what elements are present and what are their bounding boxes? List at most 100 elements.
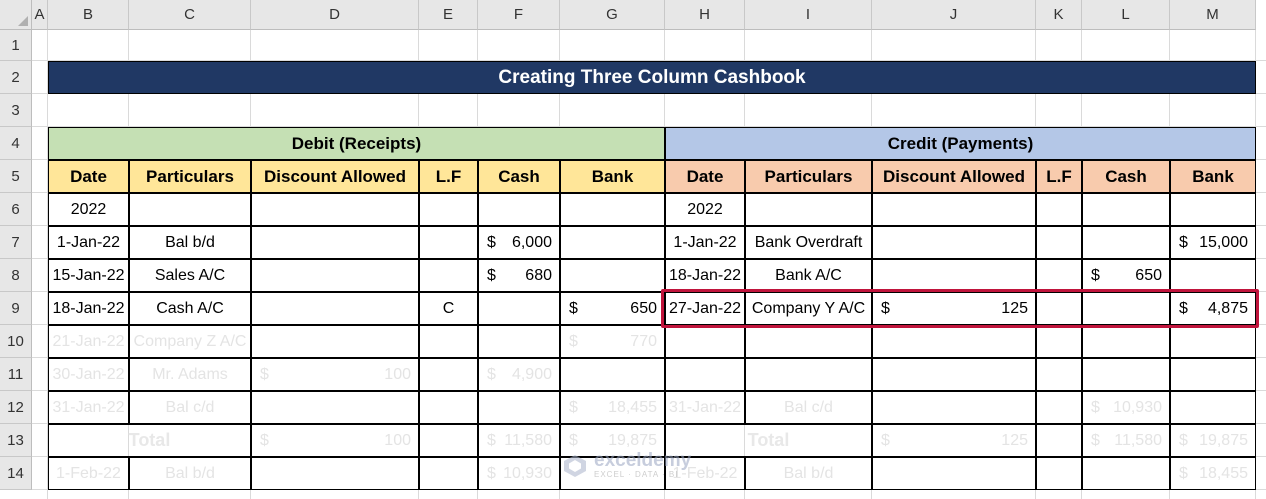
debit-bank-cell[interactable]	[560, 193, 665, 226]
credit-date-cell[interactable]: 2022	[665, 193, 745, 226]
credit-bd-lf[interactable]	[1036, 457, 1082, 490]
debit-lf-cell[interactable]	[419, 325, 478, 358]
credit-header-bank[interactable]: Bank	[1170, 160, 1256, 193]
credit-total-discount[interactable]: $125	[872, 424, 1036, 457]
column-header-i[interactable]: I	[745, 0, 872, 30]
row-header-3[interactable]: 3	[0, 94, 32, 127]
debit-bank-cell[interactable]: $18,455	[560, 391, 665, 424]
credit-lf-cell[interactable]	[1036, 358, 1082, 391]
credit-discount-cell[interactable]	[872, 325, 1036, 358]
credit-particulars-cell[interactable]	[745, 193, 872, 226]
credit-cash-cell[interactable]: $650	[1082, 259, 1170, 292]
credit-date-cell[interactable]: 31-Jan-22	[665, 391, 745, 424]
credit-header-lf[interactable]: L.F	[1036, 160, 1082, 193]
debit-date-cell[interactable]: 18-Jan-22	[48, 292, 129, 325]
credit-cash-cell[interactable]	[1082, 193, 1170, 226]
credit-discount-cell[interactable]	[872, 259, 1036, 292]
debit-bank-cell[interactable]	[560, 259, 665, 292]
credit-bank-cell[interactable]	[1170, 193, 1256, 226]
credit-header-date[interactable]: Date	[665, 160, 745, 193]
column-header-k[interactable]: K	[1036, 0, 1082, 30]
credit-lf-cell[interactable]	[1036, 391, 1082, 424]
row-header-6[interactable]: 6	[0, 193, 32, 226]
column-header-g[interactable]: G	[560, 0, 665, 30]
credit-discount-cell[interactable]	[872, 226, 1036, 259]
column-header-h[interactable]: H	[665, 0, 745, 30]
debit-total-cash[interactable]: $11,580	[478, 424, 560, 457]
credit-bank-cell[interactable]: $15,000	[1170, 226, 1256, 259]
row-header-14[interactable]: 14	[0, 457, 32, 490]
select-all-corner[interactable]	[0, 0, 32, 30]
debit-lf-cell[interactable]: C	[419, 292, 478, 325]
credit-bd-cash[interactable]	[1082, 457, 1170, 490]
debit-cash-cell[interactable]: $680	[478, 259, 560, 292]
debit-cash-cell[interactable]	[478, 292, 560, 325]
credit-lf-cell[interactable]	[1036, 325, 1082, 358]
debit-cash-cell[interactable]: $6,000	[478, 226, 560, 259]
debit-discount-cell[interactable]: $100	[251, 358, 419, 391]
column-header-j[interactable]: J	[872, 0, 1036, 30]
credit-header-cash[interactable]: Cash	[1082, 160, 1170, 193]
credit-bank-cell[interactable]	[1170, 391, 1256, 424]
debit-particulars-cell[interactable]	[129, 193, 251, 226]
column-header-e[interactable]: E	[419, 0, 478, 30]
debit-particulars-cell[interactable]: Sales A/C	[129, 259, 251, 292]
credit-discount-cell[interactable]	[872, 193, 1036, 226]
credit-particulars-cell[interactable]: Bal c/d	[745, 391, 872, 424]
credit-header-particulars[interactable]: Particulars	[745, 160, 872, 193]
debit-bd-date[interactable]: 1-Feb-22	[48, 457, 129, 490]
debit-particulars-cell[interactable]: Bal b/d	[129, 226, 251, 259]
debit-date-cell[interactable]: 31-Jan-22	[48, 391, 129, 424]
debit-bank-cell[interactable]: $770	[560, 325, 665, 358]
row-header-4[interactable]: 4	[0, 127, 32, 160]
column-header-f[interactable]: F	[478, 0, 560, 30]
row-header-2[interactable]: 2	[0, 61, 32, 94]
credit-date-cell[interactable]: 1-Jan-22	[665, 226, 745, 259]
column-header-d[interactable]: D	[251, 0, 419, 30]
column-header-b[interactable]: B	[48, 0, 129, 30]
row-header-13[interactable]: 13	[0, 424, 32, 457]
credit-bank-cell[interactable]	[1170, 259, 1256, 292]
debit-header-bank[interactable]: Bank	[560, 160, 665, 193]
row-header-1[interactable]: 1	[0, 30, 32, 61]
debit-bd-cash[interactable]: $10,930	[478, 457, 560, 490]
row-header-7[interactable]: 7	[0, 226, 32, 259]
debit-total-lf[interactable]	[419, 424, 478, 457]
credit-total-label[interactable]: Total	[665, 424, 872, 457]
debit-header-lf[interactable]: L.F	[419, 160, 478, 193]
debit-discount-cell[interactable]	[251, 325, 419, 358]
credit-lf-cell[interactable]	[1036, 226, 1082, 259]
column-header-m[interactable]: M	[1170, 0, 1256, 30]
credit-section-title[interactable]: Credit (Payments)	[665, 127, 1256, 160]
credit-date-cell[interactable]	[665, 358, 745, 391]
credit-lf-cell[interactable]	[1036, 193, 1082, 226]
debit-lf-cell[interactable]	[419, 226, 478, 259]
credit-bd-bank[interactable]: $18,455	[1170, 457, 1256, 490]
credit-discount-cell[interactable]	[872, 358, 1036, 391]
debit-bd-discount[interactable]	[251, 457, 419, 490]
credit-total-bank[interactable]: $19,875	[1170, 424, 1256, 457]
credit-particulars-cell[interactable]	[745, 325, 872, 358]
debit-date-cell[interactable]: 1-Jan-22	[48, 226, 129, 259]
debit-date-cell[interactable]: 15-Jan-22	[48, 259, 129, 292]
credit-bd-particulars[interactable]: Bal b/d	[745, 457, 872, 490]
credit-cash-cell[interactable]: $10,930	[1082, 391, 1170, 424]
debit-bd-particulars[interactable]: Bal b/d	[129, 457, 251, 490]
debit-total-discount[interactable]: $100	[251, 424, 419, 457]
credit-date-cell[interactable]: 18-Jan-22	[665, 259, 745, 292]
row-header-10[interactable]: 10	[0, 325, 32, 358]
debit-discount-cell[interactable]	[251, 259, 419, 292]
column-header-c[interactable]: C	[129, 0, 251, 30]
debit-bank-cell[interactable]	[560, 226, 665, 259]
debit-particulars-cell[interactable]: Bal c/d	[129, 391, 251, 424]
debit-cash-cell[interactable]	[478, 325, 560, 358]
row-header-8[interactable]: 8	[0, 259, 32, 292]
row-header-11[interactable]: 11	[0, 358, 32, 391]
debit-header-discount[interactable]: Discount Allowed	[251, 160, 419, 193]
debit-cash-cell[interactable]: $4,900	[478, 358, 560, 391]
credit-bank-cell[interactable]	[1170, 358, 1256, 391]
debit-discount-cell[interactable]	[251, 226, 419, 259]
debit-particulars-cell[interactable]: Cash A/C	[129, 292, 251, 325]
debit-total-label[interactable]: Total	[48, 424, 251, 457]
debit-date-cell[interactable]: 2022	[48, 193, 129, 226]
